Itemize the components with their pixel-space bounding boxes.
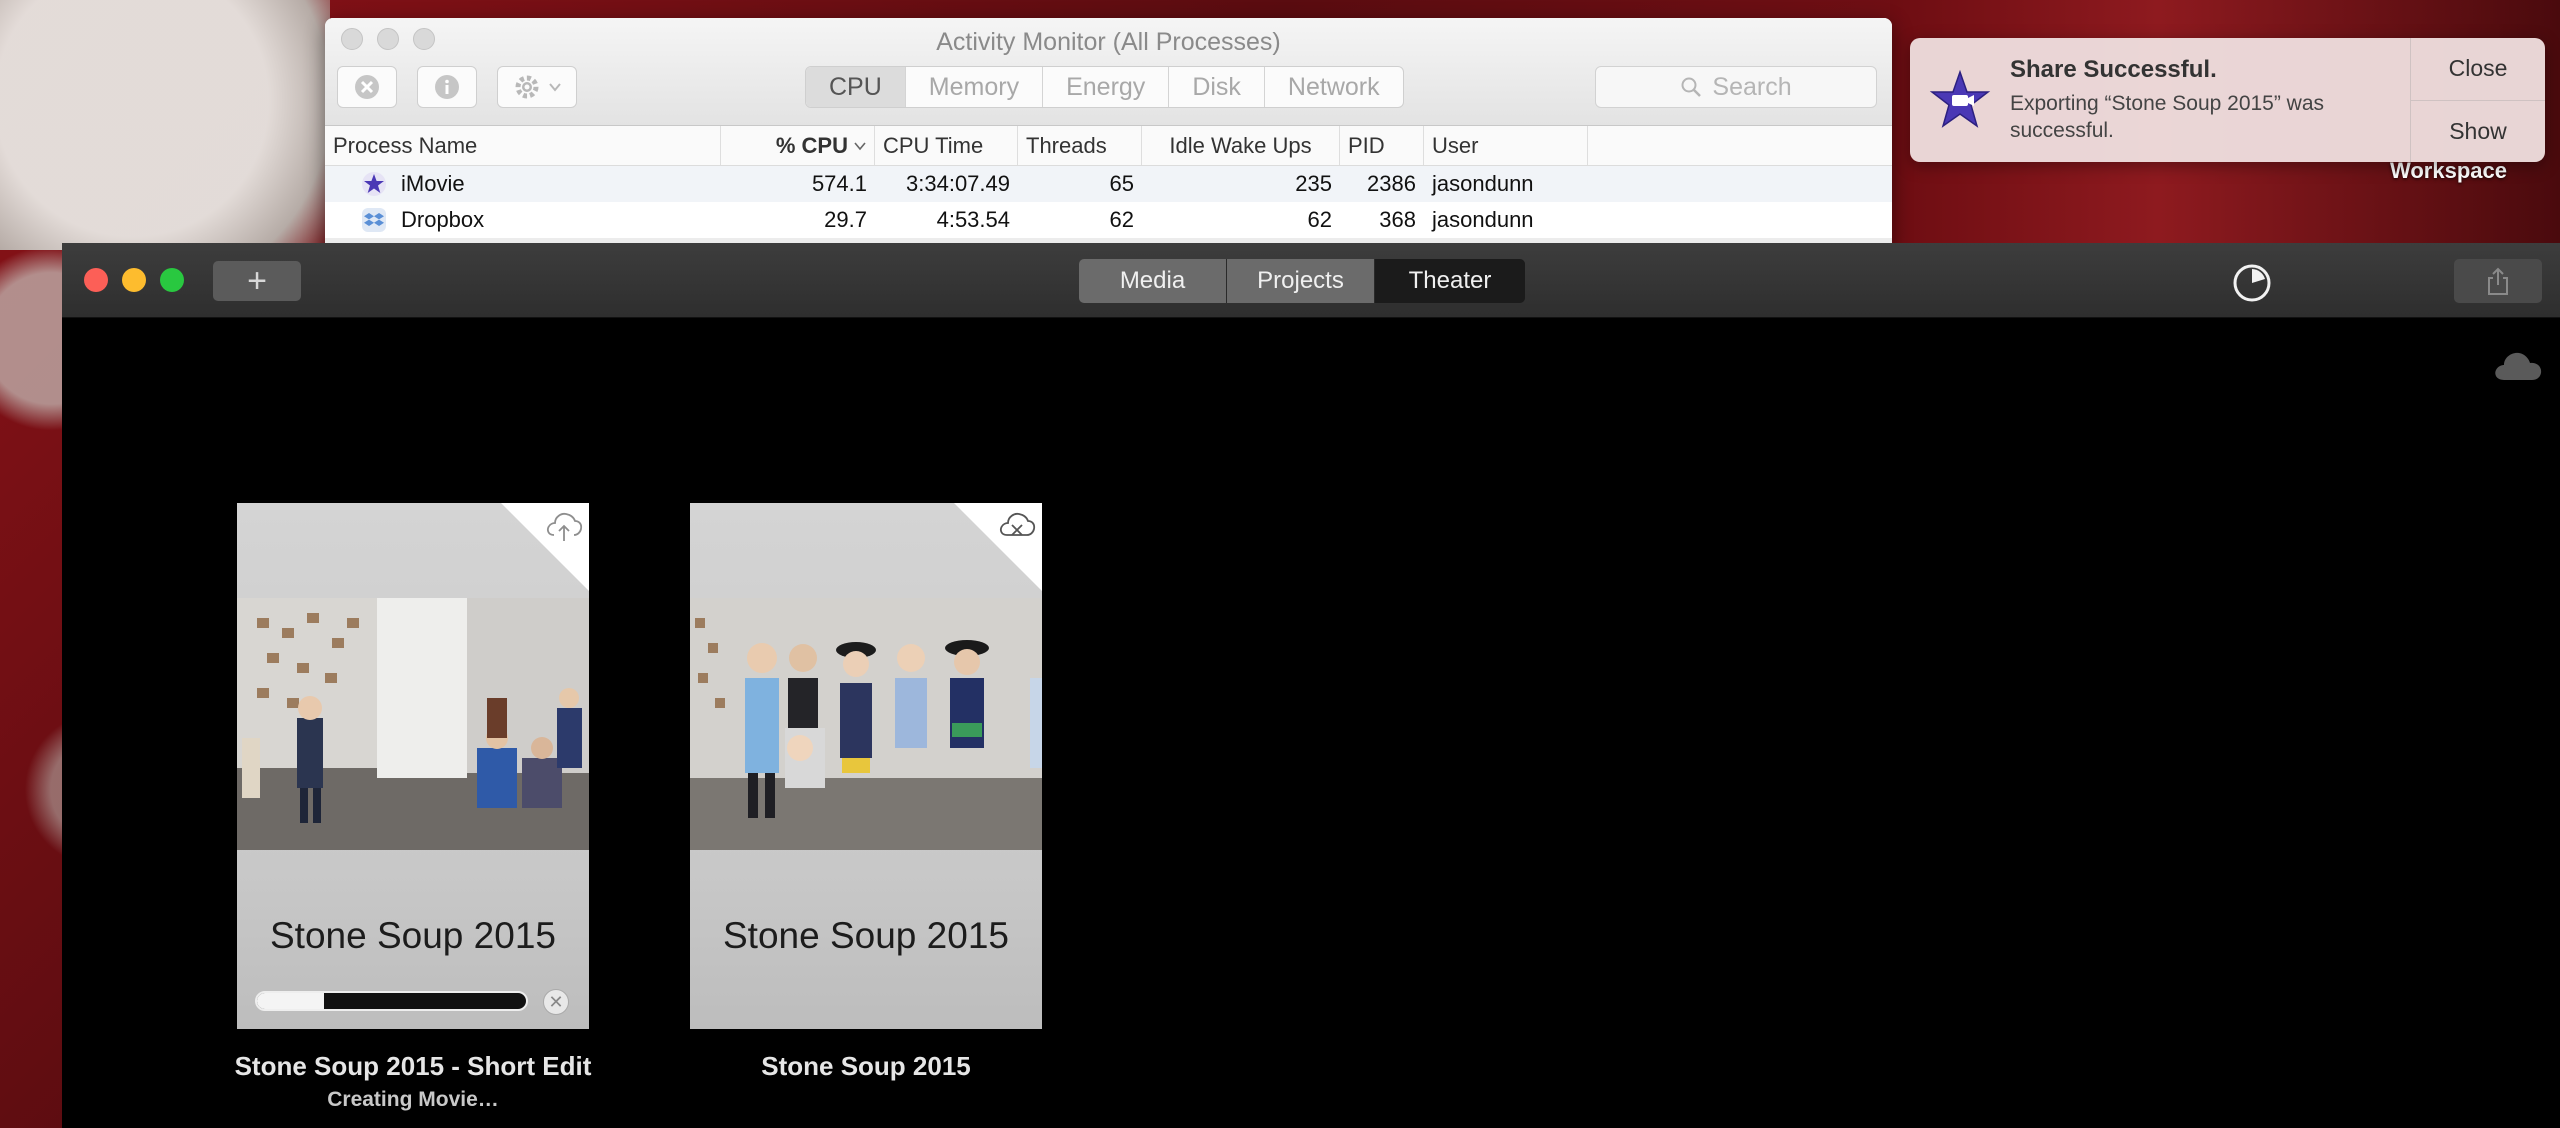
minimize-window-button[interactable] [122, 268, 146, 292]
notification-body: Exporting “Stone Soup 2015” was successf… [2010, 92, 2325, 143]
cloud-error-icon [999, 512, 1036, 536]
column-header-cpu[interactable]: % CPU [721, 126, 875, 165]
process-table-body: iMovie 574.1 3:34:07.49 65 235 2386 jaso… [325, 166, 1892, 238]
column-header-cpu-time[interactable]: CPU Time [875, 126, 1018, 165]
notification-title: Share Successful. [2010, 56, 2217, 83]
cloud-upload-icon [546, 512, 583, 541]
movie-thumbnail [237, 598, 589, 850]
process-table: Process Name % CPU CPU Time Threads Idle… [325, 126, 1892, 238]
cancel-export-button[interactable]: ✕ [543, 989, 569, 1015]
imovie-window-controls [84, 268, 184, 292]
chevron-down-icon [549, 83, 561, 92]
search-input[interactable]: Search [1595, 66, 1877, 108]
tab-network[interactable]: Network [1263, 67, 1403, 107]
table-row[interactable]: Dropbox 29.7 4:53.54 62 62 368 jasondunn [325, 202, 1892, 238]
table-row[interactable]: iMovie 574.1 3:34:07.49 65 235 2386 jaso… [325, 166, 1892, 202]
search-placeholder: Search [1712, 72, 1792, 101]
tab-media[interactable]: Media [1079, 259, 1227, 303]
process-table-header: Process Name % CPU CPU Time Threads Idle… [325, 126, 1892, 166]
process-name-cell: iMovie [325, 171, 721, 197]
notification-content: Share Successful. Exporting “Stone Soup … [2010, 38, 2410, 162]
notification-actions: Close Show [2410, 38, 2545, 162]
movie-title-overlay: Stone Soup 2015 [270, 915, 556, 956]
close-window-button[interactable] [84, 268, 108, 292]
process-name-cell: Dropbox [325, 207, 721, 233]
user-cell: jasondunn [1432, 207, 1534, 232]
movie-status: Creating Movie… [327, 1088, 499, 1111]
corner-status-button[interactable] [545, 509, 583, 550]
import-add-button[interactable]: + [213, 261, 301, 301]
imovie-view-selector: Media Projects Theater [1079, 259, 1525, 303]
pid-cell: 2386 [1367, 171, 1416, 196]
movie-card[interactable]: Stone Soup 2015 [690, 503, 1042, 1029]
column-header-idle-wake-ups[interactable]: Idle Wake Ups [1142, 126, 1340, 165]
icloud-status-button[interactable] [2492, 348, 2544, 387]
share-icon [2488, 267, 2508, 295]
pid-cell: 368 [1379, 207, 1416, 232]
close-icon: ✕ [548, 991, 564, 1012]
user-cell: jasondunn [1432, 171, 1534, 196]
gear-icon [515, 75, 539, 99]
activity-monitor-tabs: CPU Memory Energy Disk Network [805, 66, 1404, 108]
action-menu-button[interactable] [497, 66, 577, 108]
movie-title-overlay: Stone Soup 2015 [723, 915, 1009, 956]
cpu-cell: 574.1 [811, 171, 867, 196]
progress-pie-icon [2233, 264, 2271, 302]
tab-theater[interactable]: Theater [1375, 259, 1525, 303]
search-icon [1681, 77, 1702, 97]
background-tasks-button[interactable] [2232, 263, 2272, 308]
imovie-star-icon [362, 172, 386, 196]
imovie-star-icon [1929, 69, 1991, 128]
imovie-window: + Media Projects Theater Stone Soup 2015… [62, 243, 2560, 1128]
cpu-time-cell: 3:34:07.49 [906, 171, 1010, 196]
cloud-icon [2495, 352, 2542, 380]
process-name: iMovie [401, 171, 465, 196]
export-progress-fill [257, 993, 325, 1009]
movie-label: Stone Soup 2015 [761, 1051, 971, 1081]
quit-process-button[interactable] [337, 66, 397, 108]
tab-projects[interactable]: Projects [1227, 259, 1375, 303]
corner-status-button[interactable] [998, 509, 1036, 550]
column-header-cpu-label: % CPU [775, 132, 848, 158]
activity-monitor-titlebar: Activity Monitor (All Processes) CPU Mem… [325, 18, 1892, 126]
idle-wake-ups-cell: 62 [1307, 207, 1332, 232]
notification-icon-area [1910, 38, 2010, 162]
activity-monitor-title: Activity Monitor (All Processes) [936, 28, 1281, 56]
dropbox-icon [362, 208, 386, 232]
imovie-toolbar: + Media Projects Theater [62, 243, 2560, 318]
inspect-process-button[interactable] [417, 66, 477, 108]
desktop-wallpaper-light-area [0, 0, 330, 250]
export-progress-bar [255, 991, 528, 1011]
idle-wake-ups-cell: 235 [1295, 171, 1332, 196]
column-header-user[interactable]: User [1424, 126, 1588, 165]
notification-show-button[interactable]: Show [2411, 101, 2545, 163]
share-notification[interactable]: Share Successful. Exporting “Stone Soup … [1910, 38, 2545, 162]
movie-label: Stone Soup 2015 - Short Edit [234, 1051, 592, 1081]
column-header-process-name[interactable]: Process Name [325, 126, 721, 165]
activity-monitor-window: Activity Monitor (All Processes) CPU Mem… [325, 18, 1892, 248]
column-header-threads[interactable]: Threads [1018, 126, 1142, 165]
tab-memory[interactable]: Memory [904, 67, 1042, 107]
tab-energy[interactable]: Energy [1042, 67, 1168, 107]
cpu-time-cell: 4:53.54 [936, 207, 1010, 232]
zoom-window-button[interactable] [160, 268, 184, 292]
process-name: Dropbox [401, 207, 485, 232]
threads-cell: 65 [1109, 171, 1134, 196]
column-header-pid[interactable]: PID [1340, 126, 1424, 165]
stop-process-icon [355, 75, 379, 99]
cpu-cell: 29.7 [824, 207, 867, 232]
share-button[interactable] [2454, 259, 2542, 303]
notification-close-button[interactable]: Close [2411, 38, 2545, 101]
sort-descending-icon [854, 141, 866, 150]
info-icon [435, 75, 459, 99]
movie-card[interactable]: Stone Soup 2015 ✕ [237, 503, 589, 1029]
movie-thumbnail [690, 598, 1042, 850]
tab-cpu[interactable]: CPU [806, 67, 905, 107]
tab-disk[interactable]: Disk [1168, 67, 1264, 107]
threads-cell: 62 [1109, 207, 1134, 232]
